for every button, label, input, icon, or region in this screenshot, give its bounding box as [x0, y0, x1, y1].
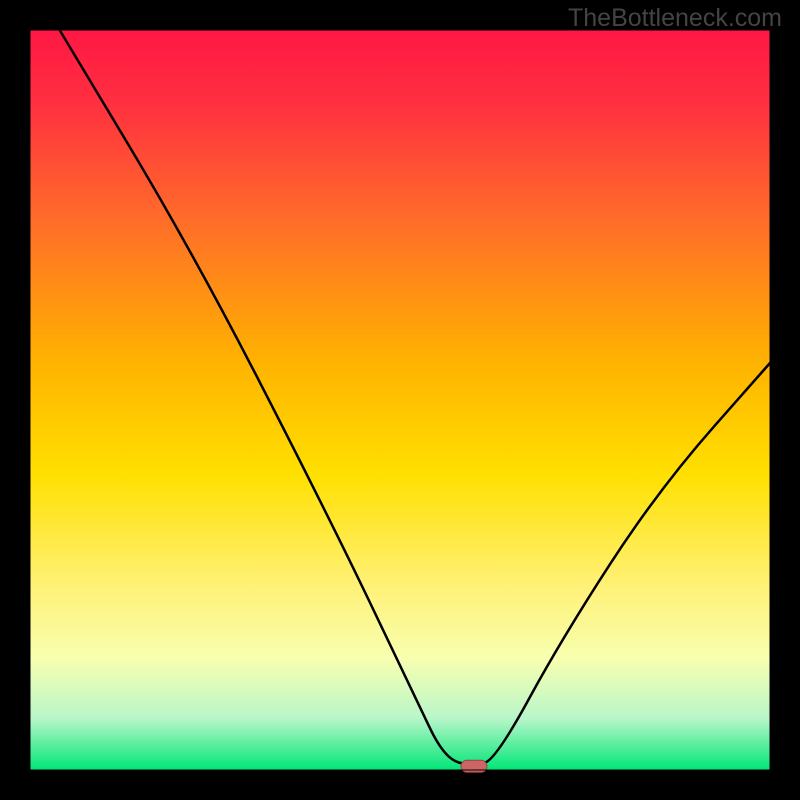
plot-area — [30, 30, 770, 770]
chart-svg — [0, 0, 800, 800]
chart-container: TheBottleneck.com — [0, 0, 800, 800]
watermark-text: TheBottleneck.com — [568, 4, 782, 33]
